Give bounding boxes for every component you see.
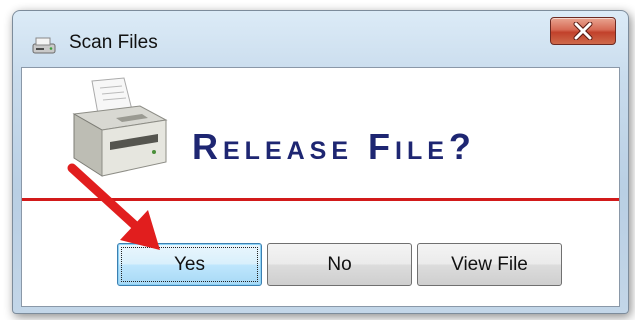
dialog-body: Release File? Yes No View File	[21, 67, 620, 307]
printer-icon	[72, 77, 168, 177]
divider-line	[22, 198, 619, 201]
view-file-button[interactable]: View File	[417, 243, 562, 286]
release-file-prompt: Release File?	[192, 126, 476, 167]
window-title: Scan Files	[69, 32, 158, 53]
no-button-label: No	[327, 253, 352, 275]
close-icon	[573, 22, 593, 40]
close-button[interactable]	[550, 17, 616, 45]
view-file-button-label: View File	[451, 253, 528, 275]
scan-files-dialog: Scan Files Release File? Yes No View Fil…	[12, 10, 629, 314]
title-bar[interactable]: Scan Files	[13, 11, 628, 69]
scanner-icon	[32, 37, 56, 54]
no-button[interactable]: No	[267, 243, 412, 286]
yes-button[interactable]: Yes	[117, 243, 262, 286]
focus-rectangle	[121, 247, 258, 282]
